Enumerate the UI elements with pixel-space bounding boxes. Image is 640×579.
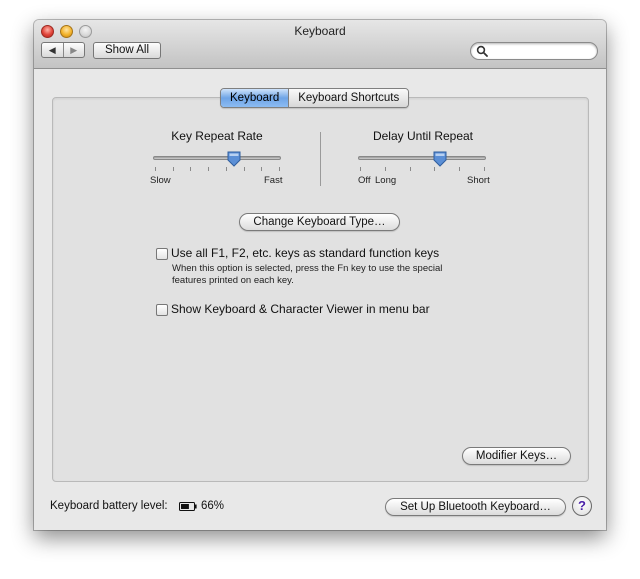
key-repeat-rate-label: Key Repeat Rate — [171, 129, 263, 143]
modifier-keys-button[interactable]: Modifier Keys… — [462, 447, 571, 465]
title-bar[interactable]: Keyboard ◀ ▶ Show All — [34, 20, 606, 69]
tab-keyboard-shortcuts[interactable]: Keyboard Shortcuts — [288, 89, 409, 107]
search-field[interactable] — [470, 42, 598, 60]
delay-until-repeat-track[interactable] — [358, 156, 486, 160]
key-repeat-rate-tick — [225, 167, 227, 171]
question-mark-icon: ? — [578, 498, 586, 513]
keyboard-preferences-window: Keyboard ◀ ▶ Show All Keyboard Keyboard … — [34, 20, 606, 530]
fn-keys-label[interactable]: Use all F1, F2, etc. keys as standard fu… — [171, 246, 439, 260]
keyboard-viewer-checkbox[interactable] — [156, 304, 168, 316]
set-up-bluetooth-keyboard-button[interactable]: Set Up Bluetooth Keyboard… — [385, 498, 566, 516]
delay-until-repeat-tick — [360, 167, 361, 171]
battery-level-label: Keyboard battery level: — [50, 500, 168, 512]
forward-button[interactable]: ▶ — [62, 43, 85, 57]
key-repeat-rate-min-label: Slow — [150, 175, 171, 186]
search-icon — [476, 45, 488, 57]
key-repeat-rate-tick — [190, 167, 192, 171]
delay-until-repeat-tick — [459, 167, 461, 171]
tab-keyboard[interactable]: Keyboard — [221, 89, 289, 107]
delay-until-repeat-tick — [384, 167, 386, 171]
battery-icon — [179, 502, 197, 511]
fn-keys-checkbox[interactable] — [156, 248, 168, 260]
delay-until-repeat-tick — [409, 167, 411, 171]
delay-until-repeat-long-label: Long — [375, 175, 397, 186]
keyboard-viewer-label[interactable]: Show Keyboard & Character Viewer in menu… — [171, 302, 430, 316]
back-arrow-icon: ◀ — [48, 44, 56, 55]
delay-until-repeat-label: Delay Until Repeat — [372, 129, 474, 143]
delay-until-repeat-off-label: Off — [358, 175, 371, 186]
search-input[interactable] — [489, 44, 593, 59]
delay-until-repeat-tick — [484, 167, 485, 171]
sliders-divider — [320, 132, 321, 186]
key-repeat-rate-tick — [243, 167, 245, 171]
key-repeat-rate-thumb[interactable] — [227, 151, 241, 167]
key-repeat-rate-tick — [261, 167, 263, 171]
battery-level-value: 66% — [201, 500, 225, 512]
fn-keys-note-line2: features printed on each key. — [172, 275, 294, 286]
key-repeat-rate-max-label: Fast — [264, 175, 283, 186]
help-button[interactable]: ? — [572, 496, 592, 516]
delay-until-repeat-max-label: Short — [467, 175, 490, 186]
delay-until-repeat-thumb[interactable] — [433, 151, 447, 167]
show-all-button[interactable]: Show All — [93, 42, 161, 59]
back-forward-control: ◀ ▶ — [41, 42, 85, 58]
change-keyboard-type-button[interactable]: Change Keyboard Type… — [239, 213, 400, 231]
forward-arrow-icon: ▶ — [70, 44, 78, 55]
key-repeat-rate-tick — [155, 167, 156, 171]
window-title: Keyboard — [294, 24, 346, 38]
delay-until-repeat-tick — [434, 167, 436, 171]
tab-bar: Keyboard Keyboard Shortcuts — [220, 88, 410, 108]
back-button[interactable]: ◀ — [42, 43, 63, 57]
key-repeat-rate-tick — [279, 167, 280, 171]
key-repeat-rate-track[interactable] — [153, 156, 281, 160]
key-repeat-rate-tick — [208, 167, 210, 171]
key-repeat-rate-tick — [172, 167, 174, 171]
fn-keys-note-line1: When this option is selected, press the … — [172, 263, 443, 274]
